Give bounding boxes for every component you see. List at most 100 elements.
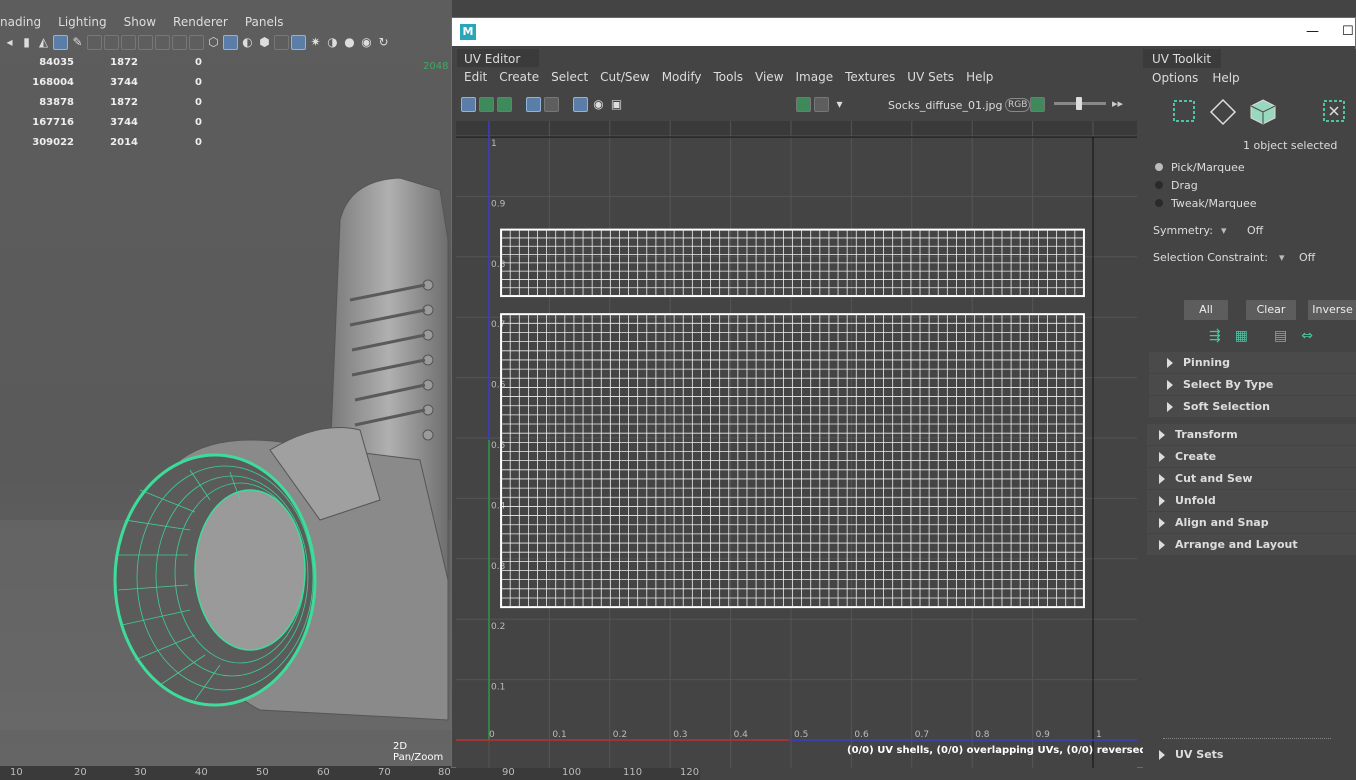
mode-pick-marquee[interactable]: Pick/Marquee [1143, 158, 1356, 176]
menu-edit[interactable]: Edit [464, 67, 487, 87]
mode-drag[interactable]: Drag [1143, 176, 1356, 194]
menu-image[interactable]: Image [796, 67, 834, 87]
menu-shading[interactable]: nading [0, 12, 41, 32]
timeline-ruler[interactable]: 10 20 30 40 50 60 70 80 90 100 110 120 [0, 766, 700, 780]
symmetry-value[interactable]: Off [1247, 224, 1263, 237]
radio-button[interactable] [1155, 199, 1163, 207]
exposure-icon[interactable] [1030, 97, 1045, 112]
bookmark-icon[interactable]: ▮ [19, 35, 34, 50]
bounding-box-icon[interactable]: ⬢ [257, 35, 272, 50]
select-all-button[interactable]: All [1184, 300, 1228, 320]
menu-modify[interactable]: Modify [662, 67, 702, 87]
constraint-value[interactable]: Off [1299, 251, 1315, 264]
pixel-snap-icon[interactable]: ◉ [591, 97, 606, 112]
radio-button[interactable] [1155, 181, 1163, 189]
menu-panels[interactable]: Panels [245, 12, 284, 32]
camera-icon[interactable]: ◂ [2, 35, 17, 50]
section-select-by-type[interactable]: Select By Type [1149, 374, 1356, 395]
uv-distortion-icon[interactable] [497, 96, 512, 112]
isolate-icon[interactable]: ● [342, 35, 357, 50]
select-camera-icon[interactable]: ◭ [36, 35, 51, 50]
shrink-selection-icon[interactable]: ▦ [1235, 328, 1248, 344]
camera-attributes-icon[interactable] [53, 34, 68, 50]
menu-tools[interactable]: Tools [713, 67, 743, 87]
section-align-and-snap[interactable]: Align and Snap [1147, 512, 1356, 533]
menu-options[interactable]: Options [1152, 71, 1198, 85]
menu-show[interactable]: Show [124, 12, 156, 32]
select-loop-icon[interactable]: ▤ [1274, 328, 1287, 344]
menu-help[interactable]: Help [1212, 71, 1239, 85]
rgb-channel-button[interactable]: RGB [1005, 98, 1031, 112]
menu-uv-sets[interactable]: UV Sets [907, 67, 954, 87]
menu-textures[interactable]: Textures [845, 67, 895, 87]
grow-selection-icon[interactable]: ⇶ [1209, 328, 1221, 344]
checker-icon[interactable] [814, 96, 829, 112]
uv-shaded-icon[interactable] [479, 96, 494, 112]
resolution-gate-icon[interactable] [121, 34, 136, 50]
window-title-bar[interactable]: M — ☐ [452, 18, 1355, 46]
exposure-slider[interactable] [1054, 97, 1106, 110]
uv-editor-tab[interactable]: UV Editor [457, 49, 539, 68]
section-arrange-and-layout[interactable]: Arrange and Layout [1147, 534, 1356, 555]
shadows-icon[interactable]: ◑ [325, 35, 340, 50]
constraint-dropdown-icon[interactable]: ▾ [1279, 251, 1299, 264]
section-cut-and-sew[interactable]: Cut and Sew [1147, 468, 1356, 489]
select-ring-icon[interactable]: ⇔ [1301, 328, 1313, 344]
menu-view[interactable]: View [755, 67, 783, 87]
menu-lighting[interactable]: Lighting [58, 12, 107, 32]
refresh-icon[interactable]: ↻ [376, 35, 391, 50]
image-name-field[interactable]: Socks_diffuse_01.jpg [888, 99, 1002, 112]
menu-select[interactable]: Select [551, 67, 588, 87]
lights-icon[interactable]: ✷ [308, 35, 323, 50]
inverse-selection-button[interactable]: Inverse [1308, 300, 1356, 320]
textured-icon[interactable] [274, 34, 289, 50]
radio-button[interactable] [1155, 163, 1163, 171]
symmetry-dropdown-icon[interactable]: ▾ [1221, 224, 1247, 237]
display-edges-icon[interactable] [544, 96, 559, 112]
toolbar-expand-icon[interactable]: ▸▸ [1112, 97, 1123, 110]
section-create[interactable]: Create [1147, 446, 1356, 467]
film-gate-icon[interactable] [104, 34, 119, 50]
smooth-shade-icon[interactable] [223, 34, 238, 50]
minimize-icon[interactable]: — [1306, 24, 1319, 39]
viewport-panel[interactable]: nading Lighting Show Renderer Panels ◂ ▮… [0, 0, 452, 780]
display-border-icon[interactable] [526, 96, 541, 112]
component-select-icon[interactable] [1321, 98, 1347, 124]
grid-display-icon[interactable] [573, 96, 588, 112]
section-transform[interactable]: Transform [1147, 424, 1356, 445]
uv-shell-select-icon[interactable] [1209, 98, 1237, 126]
safe-title-icon[interactable] [189, 34, 204, 50]
slider-handle[interactable] [1076, 97, 1082, 110]
wireframe-icon[interactable]: ⬡ [206, 35, 221, 50]
uv-toolkit-tab[interactable]: UV Toolkit [1143, 49, 1221, 68]
xray-icon[interactable] [291, 34, 306, 50]
flat-shade-icon[interactable]: ◐ [240, 35, 255, 50]
menu-cut-sew[interactable]: Cut/Sew [600, 67, 650, 87]
uv-canvas-background[interactable] [456, 121, 1137, 768]
menu-renderer[interactable]: Renderer [173, 12, 228, 32]
clear-selection-button[interactable]: Clear [1246, 300, 1296, 320]
menu-create[interactable]: Create [499, 67, 539, 87]
face-select-icon[interactable] [1171, 98, 1197, 124]
section-pinning[interactable]: Pinning [1149, 352, 1356, 373]
section-unfold[interactable]: Unfold [1147, 490, 1356, 511]
ambient-occlusion-icon[interactable]: ◉ [359, 35, 374, 50]
image-plane-icon[interactable]: ✎ [70, 35, 85, 50]
section-uv-sets[interactable]: UV Sets [1147, 744, 1356, 765]
uv-canvas[interactable]: 0 0.1 0.2 0.3 0.4 0.5 0.6 0.7 0.8 0.9 1 1 0.9 0.8 0.7 0… [456, 121, 1137, 768]
image-display-icon[interactable] [796, 96, 811, 112]
section-soft-selection[interactable]: Soft Selection [1149, 396, 1356, 417]
field-chart-icon[interactable] [155, 34, 170, 50]
mode-tweak-marquee[interactable]: Tweak/Marquee [1143, 194, 1356, 212]
uv-shell-icon[interactable] [461, 96, 476, 112]
uv-editor-window[interactable]: M — ☐ UV Editor Edit Create Select Cut/S… [451, 17, 1356, 769]
maximize-icon[interactable]: ☐ [1342, 24, 1354, 39]
snapshot-icon[interactable]: ▣ [609, 97, 624, 112]
boot-model-render[interactable] [0, 160, 452, 730]
dropdown-arrow-icon[interactable]: ▾ [832, 97, 847, 112]
menu-help[interactable]: Help [966, 67, 993, 87]
gate-mask-icon[interactable] [138, 34, 153, 50]
object-select-icon[interactable] [1249, 98, 1277, 126]
grid-icon[interactable] [87, 34, 102, 50]
safe-action-icon[interactable] [172, 34, 187, 50]
